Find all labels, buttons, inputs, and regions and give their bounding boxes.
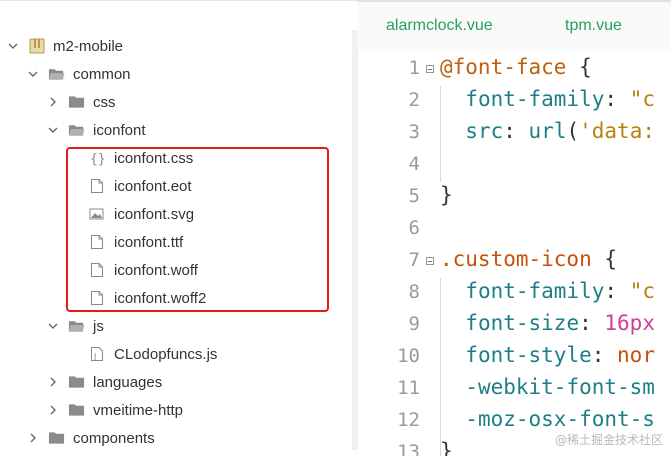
tree-item-vmeitime-http[interactable]: vmeitime-http bbox=[0, 396, 358, 424]
line-number: 5 bbox=[408, 185, 420, 207]
line-number: 1 bbox=[408, 57, 420, 79]
svg-text:J: J bbox=[93, 352, 96, 361]
chevron-right-icon[interactable] bbox=[46, 97, 60, 107]
tree-item-label: js bbox=[93, 317, 104, 335]
tree-item-label: iconfont bbox=[93, 121, 146, 139]
highlight-box bbox=[66, 147, 329, 312]
line-number: 11 bbox=[397, 377, 420, 399]
line-number: 9 bbox=[408, 313, 420, 335]
code-line: 4 bbox=[358, 150, 671, 182]
code-line: 5 } bbox=[358, 182, 671, 214]
fold-toggle-icon[interactable] bbox=[426, 65, 434, 73]
line-number: 7 bbox=[408, 249, 420, 271]
tree-item-label: CLodopfuncs.js bbox=[114, 345, 218, 363]
chevron-right-icon[interactable] bbox=[26, 433, 40, 443]
line-number: 8 bbox=[408, 281, 420, 303]
code-text: font-size: 16px bbox=[465, 311, 655, 335]
tree-item-label: m2-mobile bbox=[53, 37, 124, 55]
chevron-down-icon[interactable] bbox=[6, 42, 20, 50]
chevron-right-icon[interactable] bbox=[46, 377, 60, 387]
fold-toggle-icon[interactable] bbox=[426, 257, 434, 265]
divider bbox=[358, 0, 671, 2]
folder-icon bbox=[68, 95, 85, 109]
code-line: 11 -webkit-font-sm bbox=[358, 374, 671, 406]
code-editor[interactable]: alarmclock.vue tpm.vue 1 @font-face { 2 … bbox=[358, 0, 671, 456]
tree-item-components[interactable]: components bbox=[0, 424, 358, 452]
chevron-down-icon[interactable] bbox=[26, 70, 40, 78]
tree-item-common[interactable]: common bbox=[0, 60, 358, 88]
line-number: 6 bbox=[408, 217, 420, 239]
tree-item-label: vmeitime-http bbox=[93, 401, 184, 419]
project-explorer: m2-mobile common css iconfont {} bbox=[0, 0, 358, 456]
divider bbox=[0, 0, 358, 1]
code-line: 3 src: url('data: bbox=[358, 118, 671, 150]
line-number: 12 bbox=[397, 409, 420, 431]
code-line: 9 font-size: 16px bbox=[358, 310, 671, 342]
tab-tpm-vue[interactable]: tpm.vue bbox=[565, 17, 622, 35]
tree-item-label: components bbox=[73, 429, 155, 447]
code-line: 2 font-family: "c bbox=[358, 86, 671, 118]
line-number: 13 bbox=[397, 441, 420, 456]
folder-open-icon bbox=[68, 319, 85, 333]
code-text: font-style: nor bbox=[465, 343, 655, 367]
code-text: -moz-osx-font-s bbox=[465, 407, 655, 431]
code-text: src: url('data: bbox=[465, 119, 655, 143]
tree-item-label: css bbox=[93, 93, 116, 111]
tree-item-css[interactable]: css bbox=[0, 88, 358, 116]
tree-item-label: languages bbox=[93, 373, 163, 391]
watermark: @稀土掘金技术社区 bbox=[554, 433, 663, 447]
code-line: 6 bbox=[358, 214, 671, 246]
tree-item-js[interactable]: js bbox=[0, 312, 358, 340]
folder-open-icon bbox=[48, 67, 65, 81]
code-line: 1 @font-face { bbox=[358, 54, 671, 86]
tree-item-iconfont[interactable]: iconfont bbox=[0, 116, 358, 144]
code-text: } bbox=[440, 439, 453, 456]
line-number: 4 bbox=[408, 153, 420, 175]
line-number: 2 bbox=[408, 89, 420, 111]
code-text: font-family: "c bbox=[465, 279, 655, 303]
chevron-down-icon[interactable] bbox=[46, 322, 60, 330]
tree-item-m2-mobile[interactable]: m2-mobile bbox=[0, 32, 346, 60]
editor-tabs: alarmclock.vue tpm.vue bbox=[358, 0, 671, 52]
tree-item-clodopfuncs-js[interactable]: J CLodopfuncs.js bbox=[0, 340, 358, 368]
chevron-right-icon[interactable] bbox=[46, 405, 60, 415]
chevron-down-icon[interactable] bbox=[46, 126, 60, 134]
code-text: .custom-icon { bbox=[440, 247, 618, 271]
code-text: font-family: "c bbox=[465, 87, 655, 111]
code-line: 10 font-style: nor bbox=[358, 342, 671, 374]
code-text: } bbox=[440, 183, 453, 207]
code-text: -webkit-font-sm bbox=[465, 375, 655, 399]
folder-icon bbox=[48, 431, 65, 445]
code-text: @font-face { bbox=[440, 55, 592, 79]
project-icon bbox=[28, 38, 45, 54]
code-line: 8 font-family: "c bbox=[358, 278, 671, 310]
code-line: 7 .custom-icon { bbox=[358, 246, 671, 278]
tree-item-label: common bbox=[73, 65, 131, 83]
tab-alarmclock-vue[interactable]: alarmclock.vue bbox=[386, 17, 493, 35]
js-file-icon: J bbox=[89, 346, 104, 362]
line-number: 10 bbox=[397, 345, 420, 367]
folder-icon bbox=[68, 375, 85, 389]
folder-icon bbox=[68, 403, 85, 417]
tree-item-languages[interactable]: languages bbox=[0, 368, 358, 396]
line-number: 3 bbox=[408, 121, 420, 143]
folder-open-icon bbox=[68, 123, 85, 137]
